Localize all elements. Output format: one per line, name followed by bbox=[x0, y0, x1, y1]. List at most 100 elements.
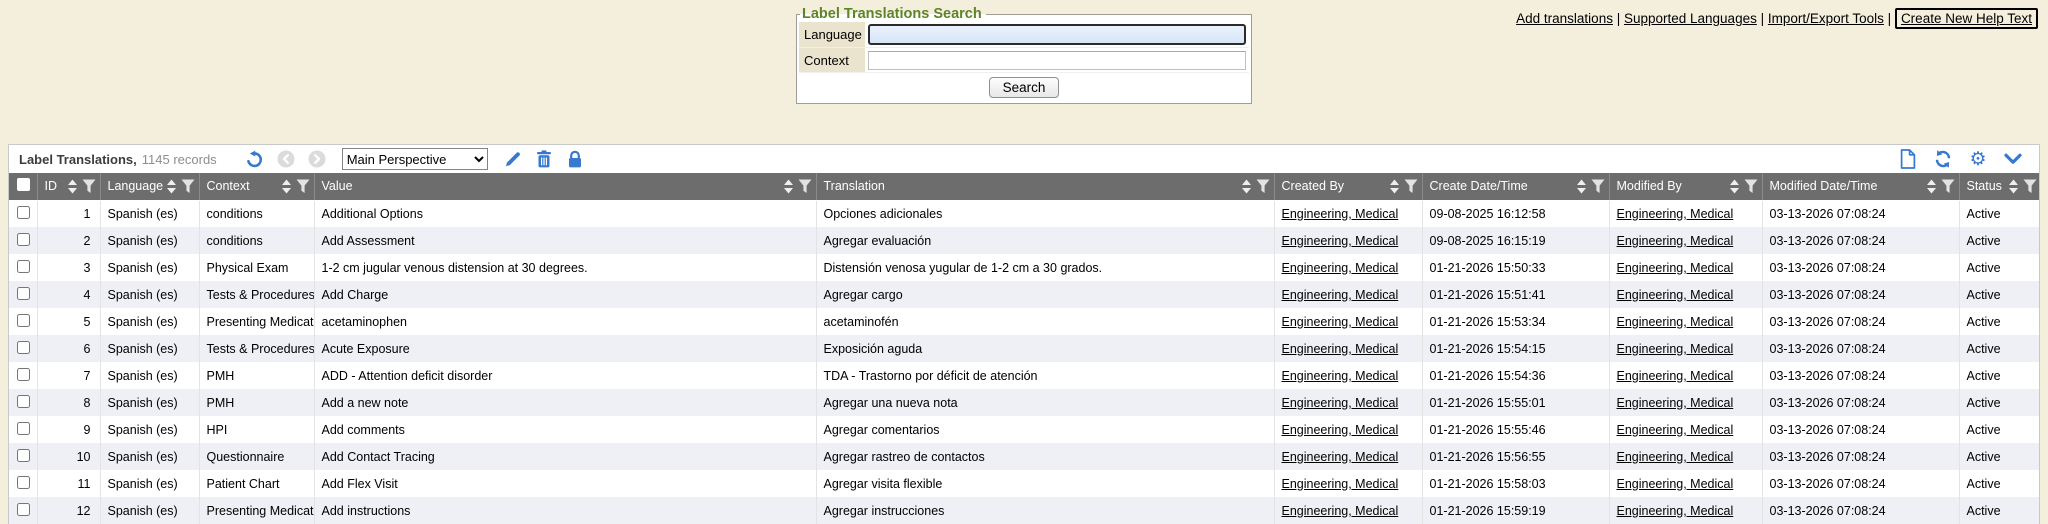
table-row[interactable]: 4 Spanish (es) Tests & Procedures Add Ch… bbox=[9, 281, 2040, 308]
modified-by-link[interactable]: Engineering, Medical bbox=[1617, 477, 1734, 491]
column-header-created-by[interactable]: Created By bbox=[1274, 173, 1422, 200]
column-header-status[interactable]: Status bbox=[1959, 173, 2040, 200]
table-row[interactable]: 3 Spanish (es) Physical Exam 1-2 cm jugu… bbox=[9, 254, 2040, 281]
modified-by-link[interactable]: Engineering, Medical bbox=[1617, 288, 1734, 302]
sort-icon[interactable] bbox=[67, 179, 78, 194]
nav-link-supported-languages[interactable]: Supported Languages bbox=[1624, 11, 1757, 26]
modified-by-link[interactable]: Engineering, Medical bbox=[1617, 450, 1734, 464]
search-button[interactable]: Search bbox=[989, 77, 1060, 98]
cell-status: Active bbox=[1959, 254, 2040, 281]
nav-link-add-translations[interactable]: Add translations bbox=[1516, 11, 1613, 26]
collapse-chevron-icon[interactable] bbox=[2003, 149, 2023, 169]
created-by-link[interactable]: Engineering, Medical bbox=[1282, 261, 1399, 275]
new-document-icon[interactable] bbox=[1898, 149, 1918, 169]
nav-link-import-export-tools[interactable]: Import/Export Tools bbox=[1768, 11, 1884, 26]
context-input[interactable] bbox=[868, 51, 1246, 70]
table-row[interactable]: 7 Spanish (es) PMH ADD - Attention defic… bbox=[9, 362, 2040, 389]
sort-icon[interactable] bbox=[1241, 179, 1252, 194]
table-row[interactable]: 8 Spanish (es) PMH Add a new note Agrega… bbox=[9, 389, 2040, 416]
created-by-link[interactable]: Engineering, Medical bbox=[1282, 342, 1399, 356]
table-row[interactable]: 2 Spanish (es) conditions Add Assessment… bbox=[9, 227, 2040, 254]
created-by-link[interactable]: Engineering, Medical bbox=[1282, 315, 1399, 329]
modified-by-link[interactable]: Engineering, Medical bbox=[1617, 207, 1734, 221]
filter-icon[interactable] bbox=[1256, 179, 1270, 194]
row-checkbox[interactable] bbox=[17, 260, 30, 273]
column-header-create-date-time[interactable]: Create Date/Time bbox=[1422, 173, 1609, 200]
created-by-link[interactable]: Engineering, Medical bbox=[1282, 423, 1399, 437]
created-by-link[interactable]: Engineering, Medical bbox=[1282, 288, 1399, 302]
forward-icon[interactable] bbox=[307, 149, 327, 169]
table-row[interactable]: 12 Spanish (es) Presenting Medications A… bbox=[9, 497, 2040, 524]
created-by-link[interactable]: Engineering, Medical bbox=[1282, 396, 1399, 410]
column-header-modified-by[interactable]: Modified By bbox=[1609, 173, 1762, 200]
perspective-select[interactable]: Main Perspective bbox=[342, 148, 488, 170]
table-row[interactable]: 11 Spanish (es) Patient Chart Add Flex V… bbox=[9, 470, 2040, 497]
filter-icon[interactable] bbox=[1744, 179, 1758, 194]
modified-by-link[interactable]: Engineering, Medical bbox=[1617, 342, 1734, 356]
column-header-translation[interactable]: Translation bbox=[816, 173, 1274, 200]
undo-icon[interactable] bbox=[245, 149, 265, 169]
filter-icon[interactable] bbox=[1404, 179, 1418, 194]
filter-icon[interactable] bbox=[181, 179, 195, 194]
sort-icon[interactable] bbox=[2008, 179, 2019, 194]
sort-icon[interactable] bbox=[166, 179, 177, 194]
row-checkbox[interactable] bbox=[17, 341, 30, 354]
created-by-link[interactable]: Engineering, Medical bbox=[1282, 504, 1399, 518]
sort-icon[interactable] bbox=[1576, 179, 1587, 194]
filter-icon[interactable] bbox=[2023, 179, 2037, 194]
cell-id: 1 bbox=[37, 200, 100, 227]
nav-link-create-new-help-text[interactable]: Create New Help Text bbox=[1895, 8, 2038, 29]
select-all-checkbox[interactable] bbox=[9, 173, 37, 200]
sort-icon[interactable] bbox=[783, 179, 794, 194]
table-row[interactable]: 6 Spanish (es) Tests & Procedures Acute … bbox=[9, 335, 2040, 362]
created-by-link[interactable]: Engineering, Medical bbox=[1282, 450, 1399, 464]
modified-by-link[interactable]: Engineering, Medical bbox=[1617, 261, 1734, 275]
row-checkbox[interactable] bbox=[17, 314, 30, 327]
sort-icon[interactable] bbox=[1389, 179, 1400, 194]
row-checkbox[interactable] bbox=[17, 422, 30, 435]
sort-icon[interactable] bbox=[281, 179, 292, 194]
filter-icon[interactable] bbox=[82, 179, 96, 194]
column-header-language[interactable]: Language bbox=[100, 173, 199, 200]
refresh-icon[interactable] bbox=[1933, 149, 1953, 169]
created-by-link[interactable]: Engineering, Medical bbox=[1282, 477, 1399, 491]
row-checkbox[interactable] bbox=[17, 503, 30, 516]
table-row[interactable]: 1 Spanish (es) conditions Additional Opt… bbox=[9, 200, 2040, 227]
created-by-link[interactable]: Engineering, Medical bbox=[1282, 234, 1399, 248]
row-checkbox[interactable] bbox=[17, 287, 30, 300]
modified-by-link[interactable]: Engineering, Medical bbox=[1617, 396, 1734, 410]
cell-modified-datetime: 03-13-2026 07:08:24 bbox=[1762, 335, 1959, 362]
modified-by-link[interactable]: Engineering, Medical bbox=[1617, 369, 1734, 383]
back-icon[interactable] bbox=[276, 149, 296, 169]
delete-trash-icon[interactable] bbox=[534, 149, 554, 169]
lock-icon[interactable] bbox=[565, 149, 585, 169]
row-checkbox[interactable] bbox=[17, 233, 30, 246]
table-row[interactable]: 9 Spanish (es) HPI Add comments Agregar … bbox=[9, 416, 2040, 443]
modified-by-link[interactable]: Engineering, Medical bbox=[1617, 423, 1734, 437]
created-by-link[interactable]: Engineering, Medical bbox=[1282, 207, 1399, 221]
row-checkbox[interactable] bbox=[17, 206, 30, 219]
created-by-link[interactable]: Engineering, Medical bbox=[1282, 369, 1399, 383]
row-checkbox[interactable] bbox=[17, 368, 30, 381]
settings-gear-icon[interactable]: ⚙ bbox=[1968, 149, 1988, 169]
sort-icon[interactable] bbox=[1926, 179, 1937, 194]
row-checkbox[interactable] bbox=[17, 395, 30, 408]
row-checkbox[interactable] bbox=[17, 449, 30, 462]
column-header-id[interactable]: ID bbox=[37, 173, 100, 200]
column-header-value[interactable]: Value bbox=[314, 173, 816, 200]
modified-by-link[interactable]: Engineering, Medical bbox=[1617, 315, 1734, 329]
edit-pencil-icon[interactable] bbox=[503, 149, 523, 169]
filter-icon[interactable] bbox=[1941, 179, 1955, 194]
table-row[interactable]: 10 Spanish (es) Questionnaire Add Contac… bbox=[9, 443, 2040, 470]
sort-icon[interactable] bbox=[1729, 179, 1740, 194]
modified-by-link[interactable]: Engineering, Medical bbox=[1617, 234, 1734, 248]
row-checkbox[interactable] bbox=[17, 476, 30, 489]
column-header-modified-date-time[interactable]: Modified Date/Time bbox=[1762, 173, 1959, 200]
filter-icon[interactable] bbox=[798, 179, 812, 194]
filter-icon[interactable] bbox=[1591, 179, 1605, 194]
language-input[interactable] bbox=[868, 24, 1246, 45]
table-row[interactable]: 5 Spanish (es) Presenting Medications ac… bbox=[9, 308, 2040, 335]
column-header-context[interactable]: Context bbox=[199, 173, 314, 200]
modified-by-link[interactable]: Engineering, Medical bbox=[1617, 504, 1734, 518]
filter-icon[interactable] bbox=[296, 179, 310, 194]
